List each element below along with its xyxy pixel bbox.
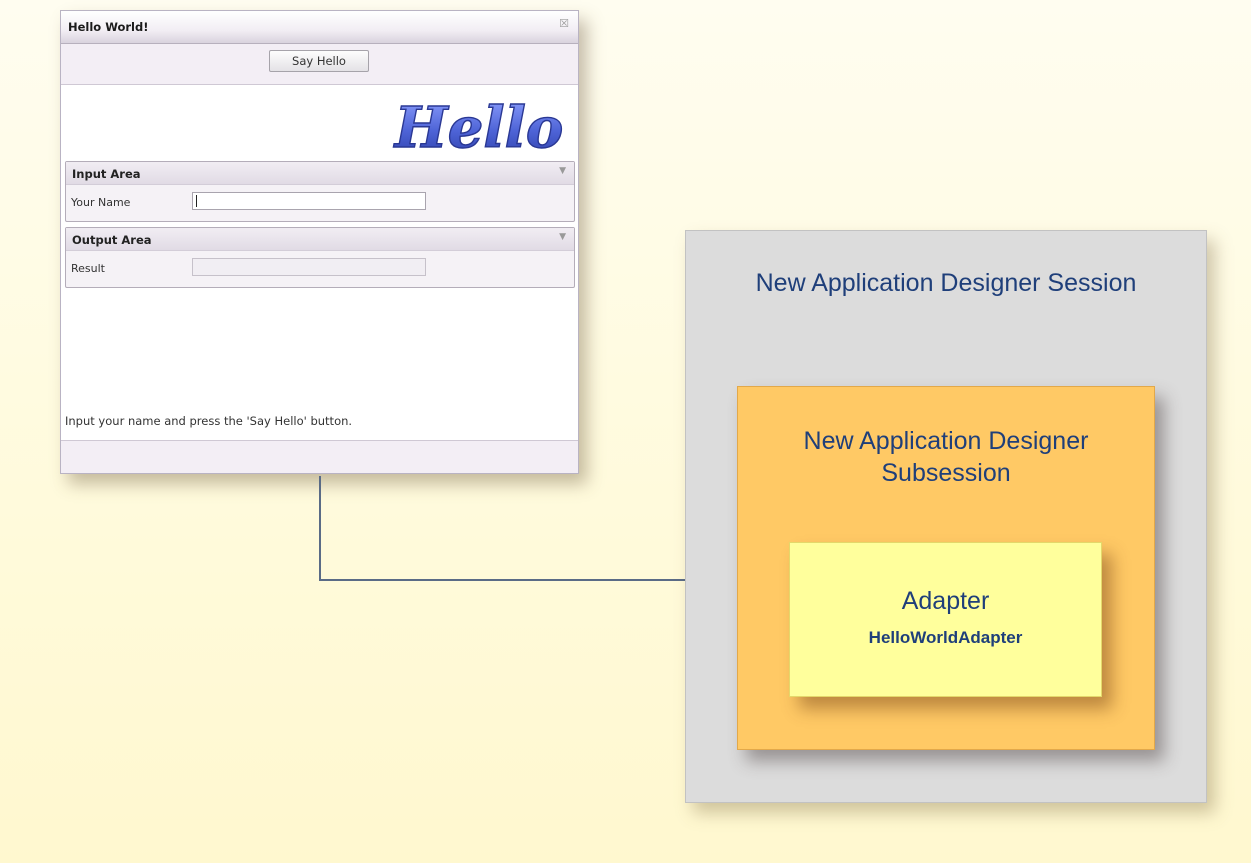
toolbar: Say Hello [61, 44, 578, 85]
adapter-box: Adapter HelloWorldAdapter [789, 542, 1102, 697]
subsession-label-line1: New Application Designer [803, 427, 1089, 455]
hello-world-window: Hello World! ☒ Say Hello Hello Input Are… [60, 10, 579, 474]
subsession-label: New Application Designer Subsession [738, 425, 1154, 489]
output-area-header[interactable]: Output Area ▼ [66, 228, 574, 251]
result-field [192, 258, 426, 276]
output-area-title: Output Area [72, 233, 152, 247]
window-titlebar: Hello World! ☒ [61, 11, 578, 44]
collapse-icon[interactable]: ▼ [559, 232, 566, 242]
session-label: New Application Designer Session [755, 269, 1137, 297]
connector-line [319, 476, 713, 581]
close-icon[interactable]: ☒ [558, 18, 570, 30]
adapter-label: Adapter [901, 587, 990, 615]
status-message: Input your name and press the 'Say Hello… [65, 414, 353, 428]
result-label: Result [71, 262, 105, 275]
subsession-label-line2: Subsession [881, 459, 1011, 487]
hello-logo: Hello [392, 94, 564, 161]
input-area-title: Input Area [72, 167, 141, 181]
adapter-name: HelloWorldAdapter [868, 628, 1023, 647]
say-hello-button[interactable]: Say Hello [269, 50, 369, 72]
your-name-input[interactable] [192, 192, 426, 210]
text-cursor [196, 195, 197, 207]
input-area: Input Area ▼ Your Name [65, 161, 575, 222]
hello-logo-text: Hello [393, 95, 563, 161]
window-title: Hello World! [68, 20, 149, 34]
collapse-icon[interactable]: ▼ [559, 166, 566, 176]
your-name-label: Your Name [71, 196, 131, 209]
input-area-header[interactable]: Input Area ▼ [66, 162, 574, 185]
diagram-canvas: Hello World! ☒ Say Hello Hello Input Are… [0, 0, 1251, 863]
window-statusbar [61, 440, 578, 473]
output-area: Output Area ▼ Result [65, 227, 575, 288]
